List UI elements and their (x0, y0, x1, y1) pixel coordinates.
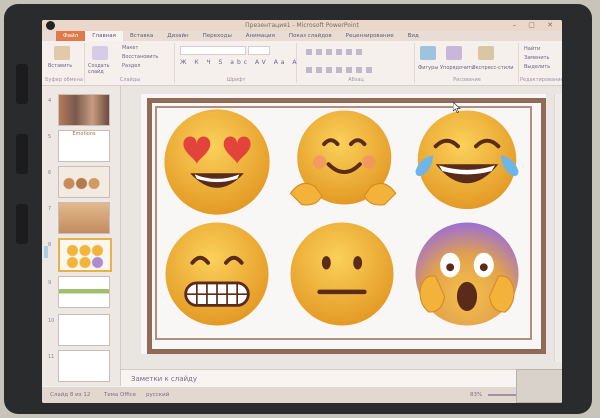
slide-thumbnail-6[interactable] (58, 166, 110, 198)
theme-name: Тема Office (104, 392, 137, 398)
thumbnail-number: 10 (48, 318, 55, 324)
section-button[interactable]: Раздел (122, 63, 140, 69)
arrange-icon[interactable] (446, 46, 462, 60)
thumbnail-number: 7 (48, 206, 52, 212)
monitor-side-controls (16, 64, 30, 314)
group-clipboard: Вставить Буфер обмена (44, 43, 85, 83)
group-drawing: Фигуры Упорядочить Экспресс-стили Рисова… (416, 43, 519, 83)
arrange-button[interactable]: Упорядочить (440, 65, 474, 71)
tab-review[interactable]: Рецензирование (339, 31, 401, 41)
group-label: Абзац (348, 77, 364, 83)
group-label: Буфер обмена (45, 77, 83, 83)
find-button[interactable]: Найти (524, 46, 540, 52)
ribbon: Вставить Буфер обмена Создать слайд Маке… (42, 41, 562, 86)
group-label: Шрифт (226, 77, 246, 83)
monitor-port (16, 134, 28, 174)
group-paragraph: Абзац (298, 43, 415, 83)
list-buttons[interactable] (306, 49, 366, 55)
neutral-face-emoji-icon[interactable] (286, 218, 398, 330)
slide-thumbnail-5[interactable]: Emotions (58, 130, 110, 162)
thumbnail-number: 6 (48, 170, 52, 176)
quick-styles-button[interactable]: Экспресс-стили (472, 65, 513, 71)
slides-panel: 4 5 Emotions 6 7 8 9 10 11 (42, 86, 121, 386)
mouse-cursor-icon (453, 102, 461, 113)
group-editing: Найти Заменить Выделить Редактирование (520, 43, 562, 83)
thumbnail-number: 9 (48, 280, 52, 286)
slide-thumbnail-7[interactable] (58, 202, 110, 234)
new-slide-icon[interactable] (92, 46, 108, 60)
status-bar: Слайд 8 из 12 Тема Office русский 83% (42, 369, 562, 403)
thumbnail-number: 8 (48, 242, 52, 248)
tab-slideshow[interactable]: Показ слайдов (282, 31, 339, 41)
vertical-scrollbar[interactable] (554, 94, 562, 362)
window-controls[interactable]: – ▢ ✕ (513, 21, 558, 29)
new-slide-button[interactable]: Создать слайд (88, 63, 118, 75)
layout-button[interactable]: Макет (122, 45, 138, 51)
paste-button[interactable]: Вставить (48, 63, 72, 69)
hugging-emoji-icon[interactable] (286, 106, 398, 218)
group-slides: Создать слайд Макет Восстановить Раздел … (86, 43, 175, 83)
tab-animations[interactable]: Анимация (239, 31, 282, 41)
thumbnail-caption: Emotions (72, 131, 96, 137)
font-format-buttons[interactable]: Ж К Ч S abc AV Aa A (180, 59, 300, 66)
quick-styles-icon[interactable] (478, 46, 494, 60)
slide-counter: Слайд 8 из 12 (50, 392, 91, 398)
slide-thumbnail-11[interactable] (58, 350, 110, 382)
title-bar: Презентация1 - Microsoft PowerPoint – ▢ … (42, 20, 562, 31)
screaming-emoji-icon[interactable] (411, 218, 523, 330)
heart-eyes-emoji-icon[interactable] (161, 106, 273, 218)
tab-design[interactable]: Дизайн (160, 31, 195, 41)
group-label: Редактирование (520, 77, 562, 83)
slide-thumbnail-4[interactable] (58, 94, 110, 126)
font-size-select[interactable] (248, 46, 270, 55)
select-button[interactable]: Выделить (524, 64, 550, 70)
monitor-port (16, 64, 28, 104)
tab-file[interactable]: Файл (56, 31, 86, 41)
slide-thumbnail-10[interactable] (58, 314, 110, 346)
tears-of-joy-emoji-icon[interactable] (411, 106, 523, 218)
notes-pane[interactable]: Заметки к слайду (121, 369, 562, 388)
zoom-level[interactable]: 83% (470, 392, 482, 398)
group-font: Ж К Ч S abc AV Aa A Шрифт (176, 43, 297, 83)
paste-icon[interactable] (54, 46, 70, 60)
window-title: Презентация1 - Microsoft PowerPoint (245, 22, 359, 29)
slide-thumbnail-9[interactable] (58, 276, 110, 308)
current-slide[interactable] (141, 94, 546, 354)
grimacing-emoji-icon[interactable] (161, 218, 273, 330)
tab-insert[interactable]: Вставка (123, 31, 160, 41)
tab-home[interactable]: Главная (85, 31, 123, 41)
notes-placeholder: Заметки к слайду (131, 375, 198, 383)
shapes-button[interactable]: Фигуры (418, 65, 438, 71)
shapes-icon[interactable] (420, 46, 436, 60)
screen: Презентация1 - Microsoft PowerPoint – ▢ … (42, 20, 562, 403)
group-label: Слайды (119, 77, 141, 83)
tab-transitions[interactable]: Переходы (196, 31, 239, 41)
font-name-select[interactable] (180, 46, 246, 55)
reset-button[interactable]: Восстановить (122, 54, 158, 60)
replace-button[interactable]: Заменить (524, 55, 550, 61)
alignment-buttons[interactable] (306, 67, 372, 73)
monitor-port (16, 204, 28, 244)
language-indicator[interactable]: русский (146, 392, 169, 398)
ribbon-tabs: Файл Главная Вставка Дизайн Переходы Ани… (42, 31, 562, 41)
group-label: Рисование (453, 77, 481, 83)
slide-canvas-area (121, 86, 562, 369)
thumbnail-number: 11 (48, 354, 55, 360)
thumbnail-number: 4 (48, 98, 52, 104)
monitor-sticker (516, 369, 562, 403)
thumbnail-number: 5 (48, 134, 52, 140)
tab-view[interactable]: Вид (401, 31, 426, 41)
slide-thumbnail-8[interactable] (58, 238, 112, 272)
